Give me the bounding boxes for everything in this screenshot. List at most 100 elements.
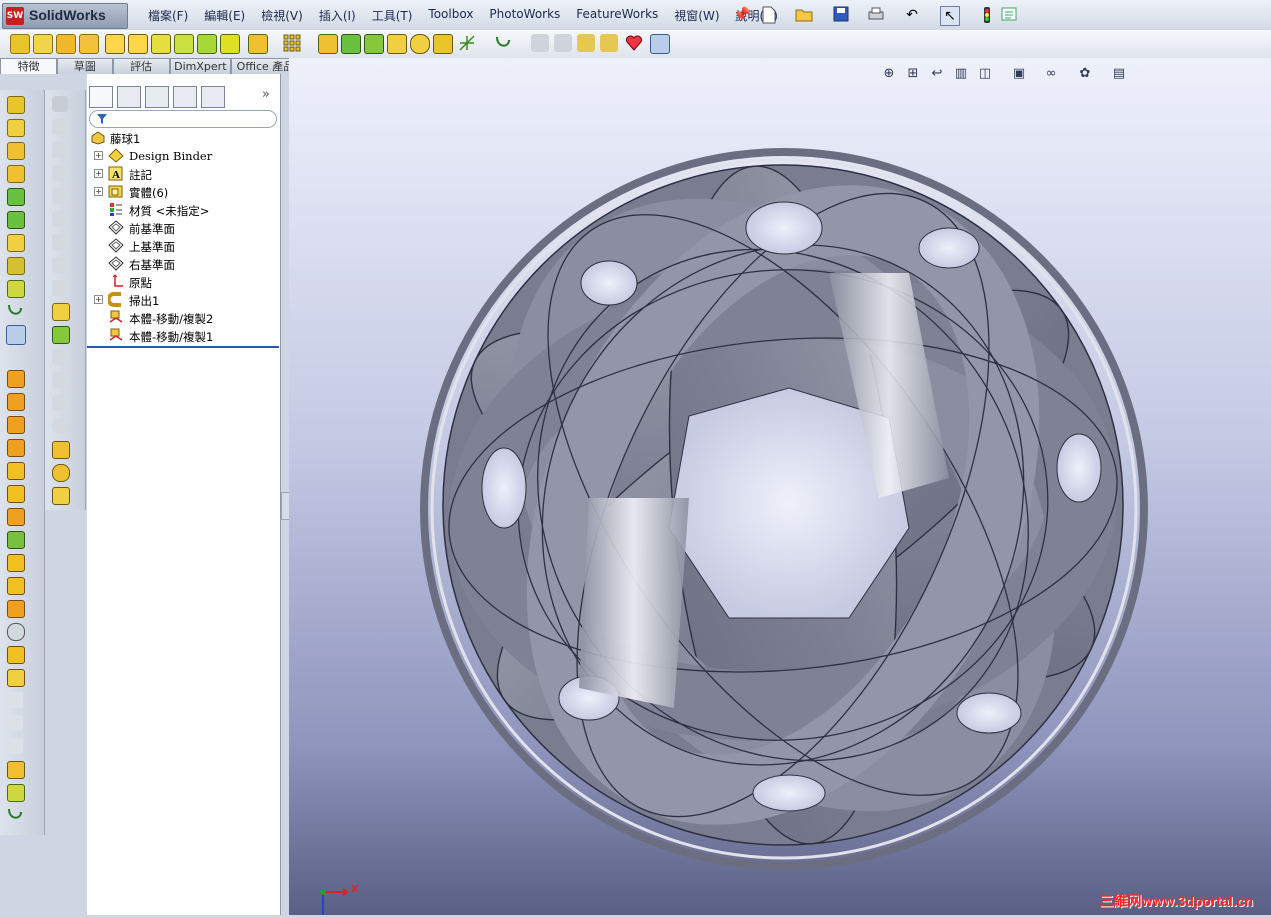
expand-toggle-icon[interactable]: + [94,187,103,196]
tree-item-move-copy-body-2[interactable]: 本體-移動/複製2 [87,309,280,327]
gusset-icon[interactable] [52,165,68,181]
mirror-icon[interactable] [433,34,453,54]
revolved-boss-icon[interactable] [33,34,53,54]
menu-featureworks[interactable]: FeatureWorks [568,7,666,24]
expand-toggle-icon[interactable]: + [94,169,103,178]
bend-icon[interactable] [52,234,68,250]
reference-geometry-icon[interactable] [7,784,25,802]
twist-icon[interactable] [52,257,68,273]
flatten-icon[interactable] [7,738,23,754]
swept-cut-icon[interactable] [174,34,194,54]
shape-icon[interactable] [52,280,68,296]
extruded-boss-icon[interactable] [52,303,70,321]
select-pointer-icon[interactable]: ↖ [940,6,960,26]
graphics-viewport[interactable]: ⊕ ⊞ ↩ ▥ ◫ ▣ ∞ ✿ ▤ X 三維网www.3dportal.cn [289,58,1271,915]
pin-icon[interactable]: 📌 [733,6,751,24]
reference-geometry-icon[interactable] [7,280,25,298]
reference-geometry-icon[interactable] [458,34,476,52]
open-folder-icon[interactable] [795,6,813,24]
heart-check-icon[interactable] [625,34,643,52]
tree-item-front-plane[interactable]: 前基準面 [87,219,280,237]
linear-pattern-icon[interactable] [7,257,25,275]
tree-item-material[interactable]: 材質 <未指定> [87,201,280,219]
undo-icon[interactable]: ↶ [903,6,921,24]
tab-features[interactable]: 特徵 [0,58,58,74]
fillet-icon[interactable] [7,142,25,160]
menu-window[interactable]: 視窗(W) [666,7,727,24]
delete-face-icon[interactable] [52,395,68,411]
tab-sketch[interactable]: 草圖 [57,58,113,74]
end-cap-icon[interactable] [52,142,68,158]
fillet-icon[interactable] [220,34,240,54]
extruded-cut-icon[interactable] [105,34,125,54]
tree-filter-input[interactable] [89,110,277,128]
rip-icon[interactable] [7,669,25,687]
tree-item-origin[interactable]: 原點 [87,273,280,291]
base-flange-icon[interactable] [7,393,25,411]
tree-item-solid-bodies[interactable]: + 實體(6) [87,183,280,201]
dome-icon[interactable] [410,34,430,54]
curves-icon[interactable] [494,34,512,52]
featuremanager-tab-icon[interactable] [89,86,113,108]
shell-icon[interactable] [7,211,25,229]
shell-icon[interactable] [52,326,70,344]
menu-tools[interactable]: 工具(T) [364,7,421,24]
tree-item-design-binder[interactable]: + Design Binder [87,147,280,165]
expand-toggle-icon[interactable]: + [94,151,103,160]
tree-item-top-plane[interactable]: 上基準面 [87,237,280,255]
extruded-cut-icon[interactable] [7,119,25,137]
tree-item-sweep[interactable]: + 掃出1 [87,291,280,309]
break-corner-icon[interactable] [7,577,25,595]
swept-boss-icon[interactable] [56,34,76,54]
new-document-icon[interactable] [760,6,778,24]
miter-flange-icon[interactable] [7,439,25,457]
draft-icon[interactable] [341,34,361,54]
combine-icon[interactable] [600,34,618,52]
rollback-bar[interactable] [87,346,279,348]
instant3d-icon[interactable] [6,325,26,345]
menu-photoworks[interactable]: PhotoWorks [481,7,568,24]
menu-edit[interactable]: 編輯(E) [196,7,253,24]
revolved-cut-icon[interactable] [151,34,171,54]
insert-bends-icon[interactable] [7,646,25,664]
rib-icon[interactable] [7,165,25,183]
woven-ball-model[interactable] [289,58,1271,915]
options-icon[interactable] [1000,6,1018,24]
shell-icon[interactable] [364,34,384,54]
instant3d-icon[interactable] [531,34,549,52]
move-copy-icon[interactable] [577,34,595,52]
structural-member-icon[interactable] [52,96,68,112]
lofted-cut-icon[interactable] [197,34,217,54]
tree-item-annotations[interactable]: + A 註記 [87,165,280,183]
closed-corner-icon[interactable] [7,531,25,549]
forming-tool-icon[interactable] [7,600,25,618]
lofted-boss-icon[interactable] [79,34,99,54]
expand-panel-chevron-icon[interactable]: » [262,87,270,102]
curves-icon[interactable] [7,303,23,319]
rib-icon[interactable] [318,34,338,54]
hem-icon[interactable] [7,462,25,480]
solidworks-logo[interactable]: SW SolidWorks [2,3,128,29]
jog-icon[interactable] [7,485,25,503]
menu-file[interactable]: 檔案(F) [140,7,196,24]
tab-dimxpert[interactable]: DimXpert [169,58,231,74]
split-line-icon[interactable] [52,349,68,365]
tree-item-right-plane[interactable]: 右基準面 [87,255,280,273]
scale-icon[interactable] [554,34,572,52]
menu-view[interactable]: 檢視(V) [253,7,311,24]
flex-icon[interactable] [52,441,70,459]
freeform-icon[interactable] [52,418,68,434]
sketched-bend-icon[interactable] [7,508,25,526]
extruded-boss-icon[interactable] [7,96,25,114]
configurationmanager-tab-icon[interactable] [145,86,169,108]
chamfer-icon[interactable] [248,34,268,54]
print-icon[interactable] [867,6,885,24]
fillet-bead-icon[interactable] [52,211,68,227]
chamfer-icon[interactable] [7,761,25,779]
weld-bead-icon[interactable] [52,188,68,204]
deform-icon[interactable] [52,464,70,482]
dimxpertmanager-tab-icon[interactable] [173,86,197,108]
indent-icon[interactable] [52,487,70,505]
expand-toggle-icon[interactable]: + [94,295,103,304]
draft-icon[interactable] [7,188,25,206]
